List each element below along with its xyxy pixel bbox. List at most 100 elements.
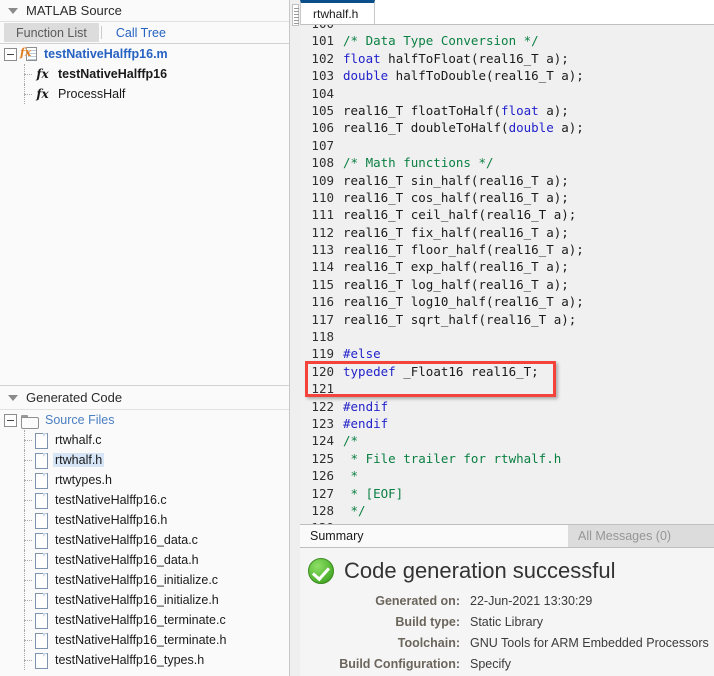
code-line: 103 double halfToDouble(real16_T a);: [300, 67, 714, 84]
tree-item-file[interactable]: testNativeHalffp16_initialize.c: [0, 570, 289, 590]
tree-item-file[interactable]: testNativeHalffp16_data.c: [0, 530, 289, 550]
tree-item-testNativeHalffp16-m[interactable]: fx testNativeHalffp16.m: [0, 44, 289, 64]
code-line: 110 real16_T cos_half(real16_T a);: [300, 189, 714, 206]
line-number: 108: [311, 155, 334, 171]
code-text: #endif: [343, 415, 389, 431]
tree-item-label: testNativeHalffp16_initialize.h: [55, 593, 219, 607]
collapse-expander-icon[interactable]: [4, 413, 17, 427]
code-line: 107: [300, 137, 714, 154]
summary-value: 22-Jun-2021 13:30:29: [470, 593, 593, 608]
code-text: #else: [343, 346, 381, 362]
code-line: 125 * File trailer for rtwhalf.h: [300, 450, 714, 467]
triangle-down-icon[interactable]: [8, 394, 18, 401]
tree-item-label: rtwhalf.c: [55, 433, 102, 447]
tab-call-tree[interactable]: Call Tree: [104, 22, 178, 43]
tree-item-label: rtwhalf.h: [53, 453, 105, 467]
tree-item-label: testNativeHalffp16.m: [44, 47, 168, 61]
code-line: 119 #else: [300, 345, 714, 362]
tree-item-file[interactable]: testNativeHalffp16_types.h: [0, 650, 289, 670]
code-text: real16_T log_half(real16_T a);: [343, 276, 569, 292]
collapse-expander-icon[interactable]: [4, 47, 17, 61]
tree-item-file[interactable]: rtwhalf.c: [0, 430, 289, 450]
tree-item-ProcessHalf[interactable]: fx ProcessHalf: [0, 84, 289, 104]
tree-item-file[interactable]: testNativeHalffp16_initialize.h: [0, 590, 289, 610]
tab-function-list[interactable]: Function List: [4, 23, 99, 42]
summary-key: Build Configuration:: [339, 656, 460, 671]
code-text: /* Data Type Conversion */: [343, 33, 539, 49]
triangle-down-icon[interactable]: [8, 7, 18, 14]
splitter-grip-handle[interactable]: [292, 4, 299, 26]
tree-item-file[interactable]: testNativeHalffp16.h: [0, 510, 289, 530]
tree-item-label: Source Files: [45, 413, 115, 427]
report-tab-bar: Summary All Messages (0): [300, 524, 714, 548]
code-line: 124 /*: [300, 432, 714, 449]
line-number: 113: [311, 242, 334, 258]
tree-connector-line: [20, 630, 34, 650]
summary-key: Toolchain:: [397, 635, 460, 650]
tree-item-file[interactable]: testNativeHalffp16_terminate.c: [0, 610, 289, 630]
tree-item-label: testNativeHalffp16_data.h: [55, 553, 199, 567]
summary-value: GNU Tools for ARM Embedded Processors: [470, 635, 709, 650]
line-number: 125: [311, 450, 334, 466]
tree-item-file[interactable]: rtwtypes.h: [0, 470, 289, 490]
line-number: 106: [311, 120, 334, 136]
tree-item-testNativeHalffp16[interactable]: fx testNativeHalffp16: [0, 64, 289, 84]
source-subtab-bar: Function List Call Tree: [0, 22, 289, 44]
file-icon: [34, 512, 48, 529]
code-generation-report-window: MATLAB Source Function List Call Tree fx…: [0, 0, 714, 676]
summary-pane: Code generation successful Generated on:…: [300, 548, 714, 676]
code-text: double halfToDouble(real16_T a);: [343, 68, 584, 84]
tree-item-label: testNativeHalffp16_types.h: [55, 653, 205, 667]
tree-item-source-files[interactable]: Source Files: [0, 410, 289, 430]
tree-item-file[interactable]: testNativeHalffp16_data.h: [0, 550, 289, 570]
tab-summary[interactable]: Summary: [300, 525, 568, 547]
file-icon: [34, 452, 48, 469]
file-icon: [34, 532, 48, 549]
code-text: */: [343, 502, 366, 518]
left-navigation-panel: MATLAB Source Function List Call Tree fx…: [0, 0, 290, 676]
tab-rtwhalf-h[interactable]: rtwhalf.h: [300, 0, 376, 24]
code-line: 106 real16_T doubleToHalf(double a);: [300, 119, 714, 136]
file-icon: [34, 552, 48, 569]
generated-code-title: Generated Code: [26, 390, 123, 405]
file-icon: [34, 432, 48, 449]
generated-code-header[interactable]: Generated Code: [0, 386, 289, 410]
tab-all-messages[interactable]: All Messages (0): [568, 525, 681, 547]
code-text: #endif: [343, 398, 389, 414]
code-line: 126 *: [300, 467, 714, 484]
code-text: real16_T ceil_half(real16_T a);: [343, 207, 577, 223]
tree-item-label: testNativeHalffp16_data.c: [55, 533, 198, 547]
line-number: 114: [311, 259, 334, 275]
file-icon: [34, 612, 48, 629]
summary-row: Toolchain: GNU Tools for ARM Embedded Pro…: [300, 632, 714, 653]
line-number: 122: [311, 398, 334, 414]
code-line: 101 /* Data Type Conversion */: [300, 32, 714, 49]
code-line: 105 real16_T floatToHalf(float a);: [300, 102, 714, 119]
tree-connector-line: [20, 590, 34, 610]
code-line: 116 real16_T log10_half(real16_T a);: [300, 293, 714, 310]
function-icon: fx: [36, 87, 49, 101]
code-text: /*: [343, 433, 359, 449]
matlab-source-header[interactable]: MATLAB Source: [0, 0, 289, 22]
tree-item-label: rtwtypes.h: [55, 473, 112, 487]
editor-panel: rtwhalf.h 100101 /* Data Type Conversion …: [300, 0, 714, 676]
summary-details-list: Generated on: 22-Jun-2021 13:30:29 Build t…: [300, 590, 714, 674]
line-number: 105: [311, 102, 334, 118]
source-code-viewer[interactable]: 100101 /* Data Type Conversion */ 102 float…: [300, 24, 714, 524]
tree-connector-line: [20, 450, 34, 470]
panel-splitter[interactable]: [290, 0, 300, 676]
summary-row: Generated on: 22-Jun-2021 13:30:29: [300, 590, 714, 611]
tree-item-label: testNativeHalffp16_initialize.c: [55, 573, 219, 587]
code-text: real16_T log10_half(real16_T a);: [343, 294, 584, 310]
tree-item-file[interactable]: testNativeHalffp16_terminate.h: [0, 630, 289, 650]
code-line: 111 real16_T ceil_half(real16_T a);: [300, 206, 714, 223]
code-text: real16_T cos_half(real16_T a);: [343, 189, 569, 205]
code-line: 109 real16_T sin_half(real16_T a);: [300, 172, 714, 189]
tree-item-file[interactable]: rtwhalf.h: [0, 450, 289, 470]
line-number: 126: [311, 468, 334, 484]
tree-connector-line: [20, 510, 34, 530]
tree-item-file[interactable]: testNativeHalffp16.c: [0, 490, 289, 510]
